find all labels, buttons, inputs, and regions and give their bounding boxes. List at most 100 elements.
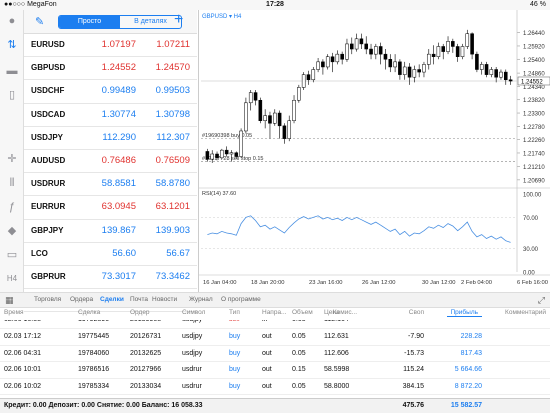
rsi-tick-label: 70.00 [523, 216, 539, 222]
quotes-icon[interactable]: ⇅ [5, 38, 19, 52]
tab-0[interactable]: Торговля [34, 296, 61, 303]
deal-type: buy [229, 382, 241, 390]
quote-ask[interactable]: 73.3462 [142, 271, 190, 282]
col-profit[interactable]: Прибыль [446, 309, 482, 317]
chart-symbol-label[interactable]: GBPUSD ▾ H4 [202, 14, 242, 20]
quote-row-audusd[interactable]: AUDUSD 0.76486 0.76509 [24, 150, 197, 174]
quote-ask[interactable]: 1.30798 [142, 109, 190, 120]
deal-row[interactable]: 02.06 04:31 19784060 20132625 usdjpy buy out 0… [0, 346, 550, 362]
quote-bid[interactable]: 1.30774 [88, 109, 136, 120]
new-document-icon[interactable]: ▯ [5, 88, 19, 102]
tab-6[interactable]: О программе [221, 296, 261, 303]
quote-ask[interactable]: 139.903 [142, 225, 190, 236]
quote-bid[interactable]: 112.290 [88, 132, 136, 143]
quote-ask[interactable]: 1.07211 [142, 39, 190, 50]
quote-ask[interactable]: 112.307 [142, 132, 190, 143]
candle-body [503, 71, 508, 81]
tool-rail: ● ⇅ ▬ ▯ ✛ ⫴ ƒ ◆ ▭ H4 [0, 10, 24, 294]
quote-ask[interactable]: 0.76509 [142, 155, 190, 166]
candle-body [277, 112, 282, 127]
deal-symbol: usdrur [182, 382, 202, 390]
quote-bid[interactable]: 58.8581 [88, 178, 136, 189]
candle [301, 72, 306, 90]
candle-body [292, 99, 296, 121]
quote-bid[interactable]: 0.99489 [88, 85, 136, 96]
candle-body [258, 99, 263, 121]
templates-icon[interactable]: ▭ [5, 248, 19, 262]
col-comment[interactable]: Комментарий [505, 309, 546, 316]
segment-detailed[interactable]: В деталях [120, 16, 181, 28]
quote-bid[interactable]: 56.60 [88, 248, 136, 259]
chat-icon[interactable]: ▬ [5, 64, 19, 78]
tab-2[interactable]: Сделки [100, 296, 124, 303]
deal-row[interactable]: 02.06 10:01 19786516 20127966 usdrur buy out 0… [0, 362, 550, 379]
deal-type: sell [229, 320, 240, 323]
col-direction[interactable]: Напра... [262, 309, 286, 316]
indicators-icon[interactable]: ƒ [5, 200, 19, 214]
deal-symbol: usdjpy [182, 349, 203, 357]
quote-row-lco[interactable]: LCO 56.60 56.67 [24, 243, 197, 266]
quote-row-usdchf[interactable]: USDCHF 0.99489 0.99503 [24, 80, 197, 104]
candle-body [321, 61, 325, 68]
candle [297, 84, 301, 103]
col-symbol[interactable]: Символ [182, 309, 205, 316]
objects-icon[interactable]: ◆ [5, 224, 19, 238]
deal-deal: 19792890 [78, 320, 109, 323]
deal-type: buy [229, 333, 241, 340]
segment-simple[interactable]: Просто [59, 16, 120, 28]
col-deal[interactable]: Сделка [78, 309, 100, 316]
quote-bid[interactable]: 1.07197 [88, 39, 136, 50]
quote-symbol: GBPUSD [31, 63, 66, 73]
quote-ask[interactable]: 1.24570 [142, 62, 190, 73]
quote-row-eurusd[interactable]: EURUSD 1.07197 1.07211 [24, 34, 197, 58]
quote-ask[interactable]: 63.1201 [142, 201, 190, 212]
deal-row[interactable]: 02.03 17:12 19775445 20126731 usdjpy buy out 0… [0, 329, 550, 346]
tab-4[interactable]: Новости [152, 296, 177, 303]
grid-icon[interactable]: ▦ [5, 295, 14, 306]
candle-body [234, 152, 239, 157]
col-time[interactable]: Время [4, 309, 24, 316]
timeframe-icon[interactable]: H4 [5, 272, 19, 286]
quote-row-gbpusd[interactable]: GBPUSD 1.24552 1.24570 [24, 57, 197, 81]
quote-bid[interactable]: 0.76486 [88, 155, 136, 166]
expand-icon[interactable]: ⤢ [538, 295, 545, 306]
quote-row-usdjpy[interactable]: USDJPY 112.290 112.307 [24, 127, 197, 150]
add-symbol-icon[interactable]: + [174, 11, 183, 29]
candle-body [268, 115, 272, 124]
deal-order: 20126731 [130, 333, 162, 340]
tab-5[interactable]: Журнал [189, 296, 213, 303]
chart-type-icon[interactable]: ⫴ [5, 176, 19, 190]
deal-swap: 384.15 [402, 382, 424, 390]
quote-ask[interactable]: 56.67 [142, 248, 190, 259]
deal-row[interactable]: 02.06 16:58 19792890 20139908 usdjpy sell in 0… [0, 320, 550, 329]
quote-bid[interactable]: 73.3017 [88, 271, 136, 282]
quote-ask[interactable]: 0.99503 [142, 85, 190, 96]
quote-row-gbprur[interactable]: GBPRUR 73.3017 73.3462 [24, 266, 197, 290]
crosshair-icon[interactable]: ✛ [5, 152, 19, 166]
chart-area[interactable]: 1.26440 1.25920 1.25400 1.24860 1.24340 1.238… [198, 10, 550, 292]
quote-row-gbpjpy[interactable]: GBPJPY 139.867 139.903 [24, 220, 197, 243]
quote-bid[interactable]: 139.867 [88, 225, 136, 236]
candle-body [316, 61, 320, 70]
tab-1[interactable]: Ордера [70, 296, 93, 303]
quote-bid[interactable]: 1.24552 [88, 62, 136, 73]
edit-icon[interactable]: ✎ [35, 15, 44, 28]
quote-ask[interactable]: 58.8780 [142, 178, 190, 189]
deal-row[interactable]: 02.06 10:02 19785334 20133034 usdrur buy out 0… [0, 379, 550, 395]
account-icon[interactable]: ● [5, 14, 19, 28]
quote-bid[interactable]: 63.0945 [88, 201, 136, 212]
col-order[interactable]: Ордер [130, 309, 150, 316]
quote-row-usdrur[interactable]: USDRUR 58.8581 58.8780 [24, 173, 197, 197]
col-commission[interactable]: Комис... [333, 309, 357, 316]
battery-indicator: 46 % [530, 1, 546, 8]
quote-row-usdcad[interactable]: USDCAD 1.30774 1.30798 [24, 104, 197, 127]
status-bar: ●●○○○ MegaFon 17:28 46 % [0, 0, 550, 10]
mt5-tablet-window: ●●○○○ MegaFon 17:28 46 % ● ⇅ ▬ ▯ ✛ ⫴ ƒ ◆… [0, 0, 550, 413]
col-type[interactable]: Тип [229, 309, 240, 316]
col-volume[interactable]: Объем [292, 309, 313, 316]
col-swap[interactable]: Своп [409, 309, 424, 316]
quote-row-eurrur[interactable]: EURRUR 63.0945 63.1201 [24, 196, 197, 220]
candle-body [369, 48, 373, 55]
tab-3[interactable]: Почта [130, 296, 148, 303]
price-chart[interactable]: 1.26440 1.25920 1.25400 1.24860 1.24340 1.238… [199, 10, 550, 292]
